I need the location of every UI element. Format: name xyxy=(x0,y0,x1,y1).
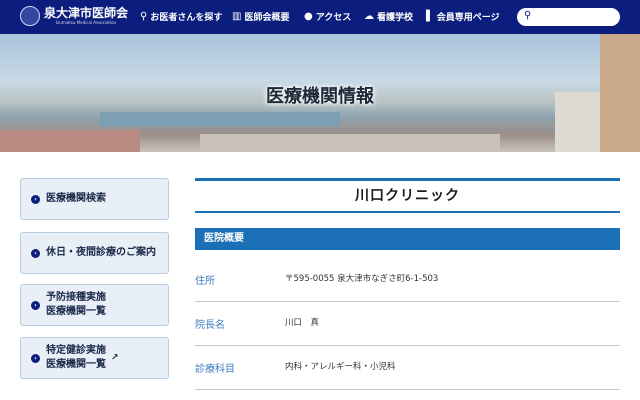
nav-find-doctor[interactable]: ⚲ お医者さんを探す xyxy=(140,10,222,23)
logo-name: 泉大津市医師会 xyxy=(44,6,129,20)
section-header: 医院概要 xyxy=(195,228,620,250)
chevron-right-icon: › xyxy=(31,248,40,258)
page-title: 医療機関情報 xyxy=(266,86,374,107)
cloud-icon: ☁ xyxy=(364,11,374,22)
search-input[interactable]: ⚲ xyxy=(517,8,620,26)
pin-icon: ● xyxy=(304,11,313,22)
info-row-departments: 診療科目 内科・アレルギー科・小児科 xyxy=(195,346,620,390)
sidebar-item-holiday-night[interactable]: › 休日・夜間診療のご案内 xyxy=(20,232,169,274)
site-header: 泉大津市医師会 Izumiotsu Medical Association ⚲ お医… xyxy=(0,0,640,34)
nav-nursing-school[interactable]: ☁ 看護学校 xyxy=(364,10,413,23)
logo[interactable]: 泉大津市医師会 Izumiotsu Medical Association xyxy=(20,6,128,26)
building-icon: ▥ xyxy=(232,11,242,22)
info-row-address: 住所 〒595-0055 泉大津市なぎさ町6-1-503 xyxy=(195,258,620,302)
sidebar-item-health-checkup[interactable]: › 特定健診実施 医療機関一覧 ↗ xyxy=(20,337,169,379)
search-icon: ⚲ xyxy=(524,10,532,21)
sidebar-item-clinic-search[interactable]: › 医療機関検索 xyxy=(20,178,169,220)
nav-members[interactable]: ▌ 会員専用ページ xyxy=(426,10,500,23)
door-icon: ▌ xyxy=(426,11,434,22)
hero-banner: 医療機関情報 xyxy=(0,34,640,152)
sidebar-item-vaccination[interactable]: › 予防接種実施 医療機関一覧 xyxy=(20,284,169,326)
clinic-name: 川口クリニック xyxy=(195,178,620,213)
nav-access[interactable]: ● アクセス xyxy=(304,10,351,23)
chevron-right-icon: › xyxy=(31,300,40,310)
info-row-director: 院長名 川口 真 xyxy=(195,302,620,346)
nav-about[interactable]: ▥ 医師会概要 xyxy=(232,10,289,23)
chevron-right-icon: › xyxy=(31,353,40,363)
search-icon: ⚲ xyxy=(140,11,148,22)
logo-sub: Izumiotsu Medical Association xyxy=(55,20,117,25)
chevron-right-icon: › xyxy=(31,194,40,204)
seal-icon xyxy=(20,6,40,26)
external-link-icon: ↗ xyxy=(111,353,119,363)
